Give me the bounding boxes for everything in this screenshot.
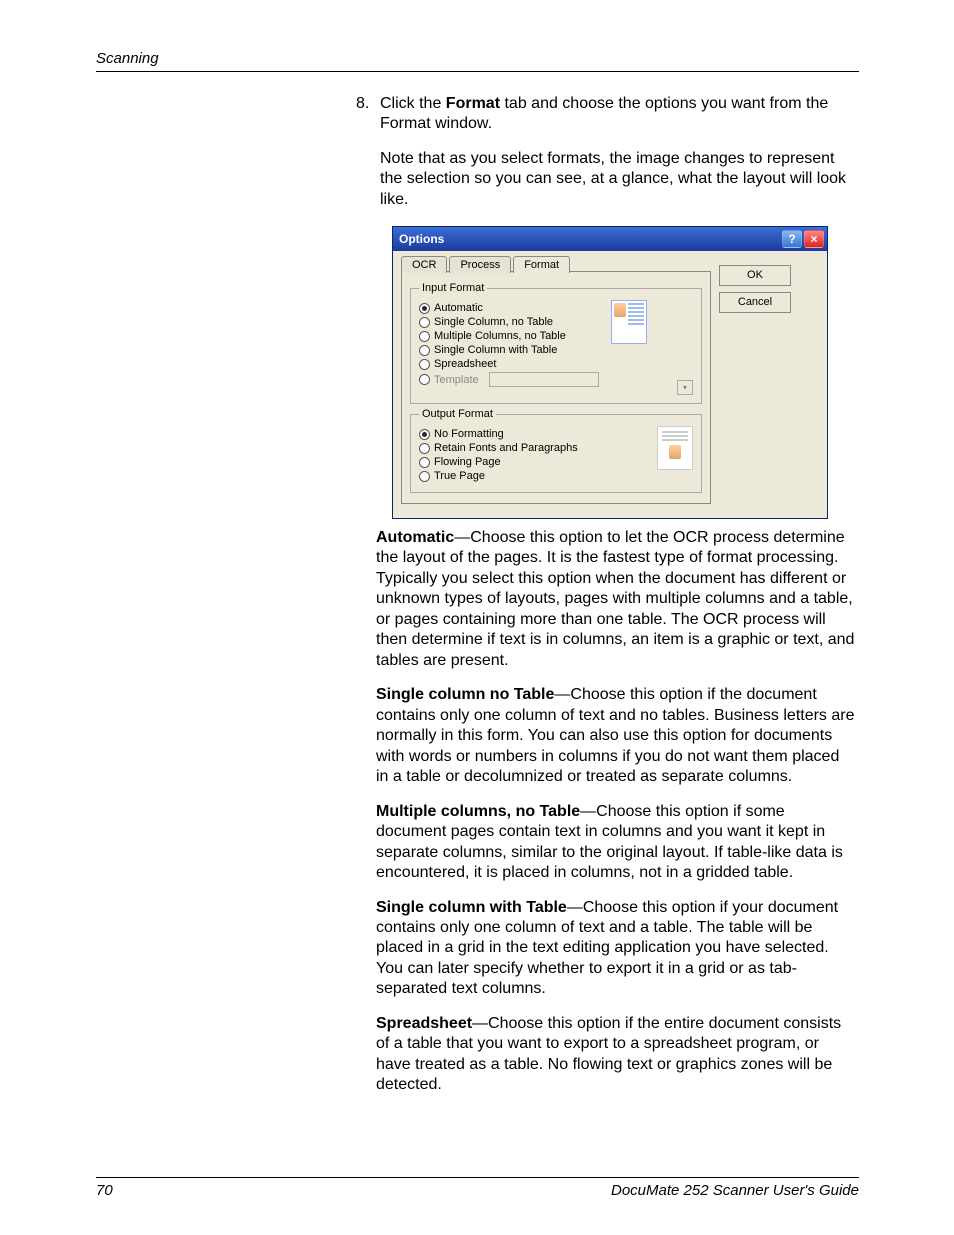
def-multi-no-table: Multiple columns, no Table—Choose this o…	[376, 802, 856, 884]
dialog-body: OCR Process Format Input Format Automati…	[393, 251, 827, 518]
tab-strip: OCR Process Format	[401, 256, 711, 273]
term: Automatic	[376, 529, 454, 546]
radio-icon	[419, 303, 430, 314]
input-preview-col: ▾	[607, 300, 693, 395]
opt-label: Template	[434, 374, 479, 386]
term: Multiple columns, no Table	[376, 803, 580, 820]
opt-label: No Formatting	[434, 428, 504, 440]
term: Single column with Table	[376, 899, 567, 916]
dialog-left: OCR Process Format Input Format Automati…	[401, 255, 711, 504]
def-single-no-table: Single column no Table—Choose this optio…	[376, 685, 856, 787]
opt-label: Single Column with Table	[434, 344, 557, 356]
opt-spreadsheet[interactable]: Spreadsheet	[419, 358, 607, 370]
options-dialog-figure: Options ? × OCR Process Format Input For…	[392, 226, 828, 519]
titlebar: Options ? ×	[393, 227, 827, 251]
opt-label: Flowing Page	[434, 456, 501, 468]
output-format-group: Output Format No Formatting Retain Fonts…	[410, 408, 702, 493]
options-dialog: Options ? × OCR Process Format Input For…	[392, 226, 828, 519]
close-button[interactable]: ×	[804, 230, 824, 248]
step-text: Click the Format tab and choose the opti…	[380, 94, 854, 210]
opt-label: Single Column, no Table	[434, 316, 553, 328]
opt-template: Template	[419, 372, 607, 387]
radio-icon	[419, 471, 430, 482]
page-header: Scanning	[96, 50, 859, 72]
opt-label: Automatic	[434, 302, 483, 314]
step-8: 8. Click the Format tab and choose the o…	[356, 94, 854, 210]
preview-lines-icon	[628, 303, 644, 341]
dialog-right: OK Cancel	[719, 255, 809, 504]
term: Spreadsheet	[376, 1015, 472, 1032]
page-number: 70	[96, 1182, 113, 1199]
radio-icon	[419, 457, 430, 468]
opt-multi-no-table[interactable]: Multiple Columns, no Table	[419, 330, 607, 342]
def-automatic: Automatic—Choose this option to let the …	[376, 528, 856, 671]
header-rule	[96, 71, 859, 72]
def-spreadsheet: Spreadsheet—Choose this option if the en…	[376, 1014, 856, 1096]
opt-label: Spreadsheet	[434, 358, 496, 370]
opt-label: True Page	[434, 470, 485, 482]
opt-automatic[interactable]: Automatic	[419, 302, 607, 314]
opt-flowing[interactable]: Flowing Page	[419, 456, 653, 468]
opt-label: Multiple Columns, no Table	[434, 330, 566, 342]
step-text-bold: Format	[446, 95, 500, 112]
footer-row: 70 DocuMate 252 Scanner User's Guide	[96, 1182, 859, 1199]
tab-format[interactable]: Format	[513, 256, 570, 273]
step-block: 8. Click the Format tab and choose the o…	[356, 94, 854, 210]
output-format-legend: Output Format	[419, 408, 496, 420]
step-number: 8.	[356, 94, 380, 210]
radio-icon	[419, 443, 430, 454]
radio-icon	[419, 317, 430, 328]
opt-retain[interactable]: Retain Fonts and Paragraphs	[419, 442, 653, 454]
opt-true-page[interactable]: True Page	[419, 470, 653, 482]
tab-process[interactable]: Process	[449, 256, 511, 273]
preview-image-icon	[614, 303, 626, 317]
step-text-a: Click the	[380, 95, 446, 112]
radio-icon	[419, 374, 430, 385]
radio-icon	[419, 331, 430, 342]
step-note: Note that as you select formats, the ima…	[380, 149, 854, 210]
ok-button[interactable]: OK	[719, 265, 791, 286]
help-button[interactable]: ?	[782, 230, 802, 248]
input-format-legend: Input Format	[419, 282, 487, 294]
radio-icon	[419, 359, 430, 370]
footer-title: DocuMate 252 Scanner User's Guide	[611, 1182, 859, 1199]
footer-rule	[96, 1177, 859, 1178]
tab-ocr[interactable]: OCR	[401, 256, 447, 273]
def-text: —Choose this option to let the OCR proce…	[376, 529, 854, 669]
preview-image-icon	[669, 445, 681, 459]
def-single-with-table: Single column with Table—Choose this opt…	[376, 898, 856, 1000]
opt-single-with-table[interactable]: Single Column with Table	[419, 344, 607, 356]
output-preview-icon	[657, 426, 693, 470]
input-preview-icon	[611, 300, 647, 344]
template-field	[489, 372, 599, 387]
input-format-group: Input Format Automatic Single Column, no…	[410, 282, 702, 404]
section-title: Scanning	[96, 50, 859, 67]
term: Single column no Table	[376, 686, 554, 703]
page-footer: 70 DocuMate 252 Scanner User's Guide	[96, 1177, 859, 1199]
template-dropdown: ▾	[677, 380, 693, 395]
tab-panel: Input Format Automatic Single Column, no…	[401, 271, 711, 504]
opt-no-formatting[interactable]: No Formatting	[419, 428, 653, 440]
radio-icon	[419, 345, 430, 356]
radio-icon	[419, 429, 430, 440]
format-definitions: Automatic—Choose this option to let the …	[376, 528, 856, 1110]
opt-label: Retain Fonts and Paragraphs	[434, 442, 578, 454]
opt-single-no-table[interactable]: Single Column, no Table	[419, 316, 607, 328]
cancel-button[interactable]: Cancel	[719, 292, 791, 313]
dialog-title: Options	[399, 232, 780, 246]
